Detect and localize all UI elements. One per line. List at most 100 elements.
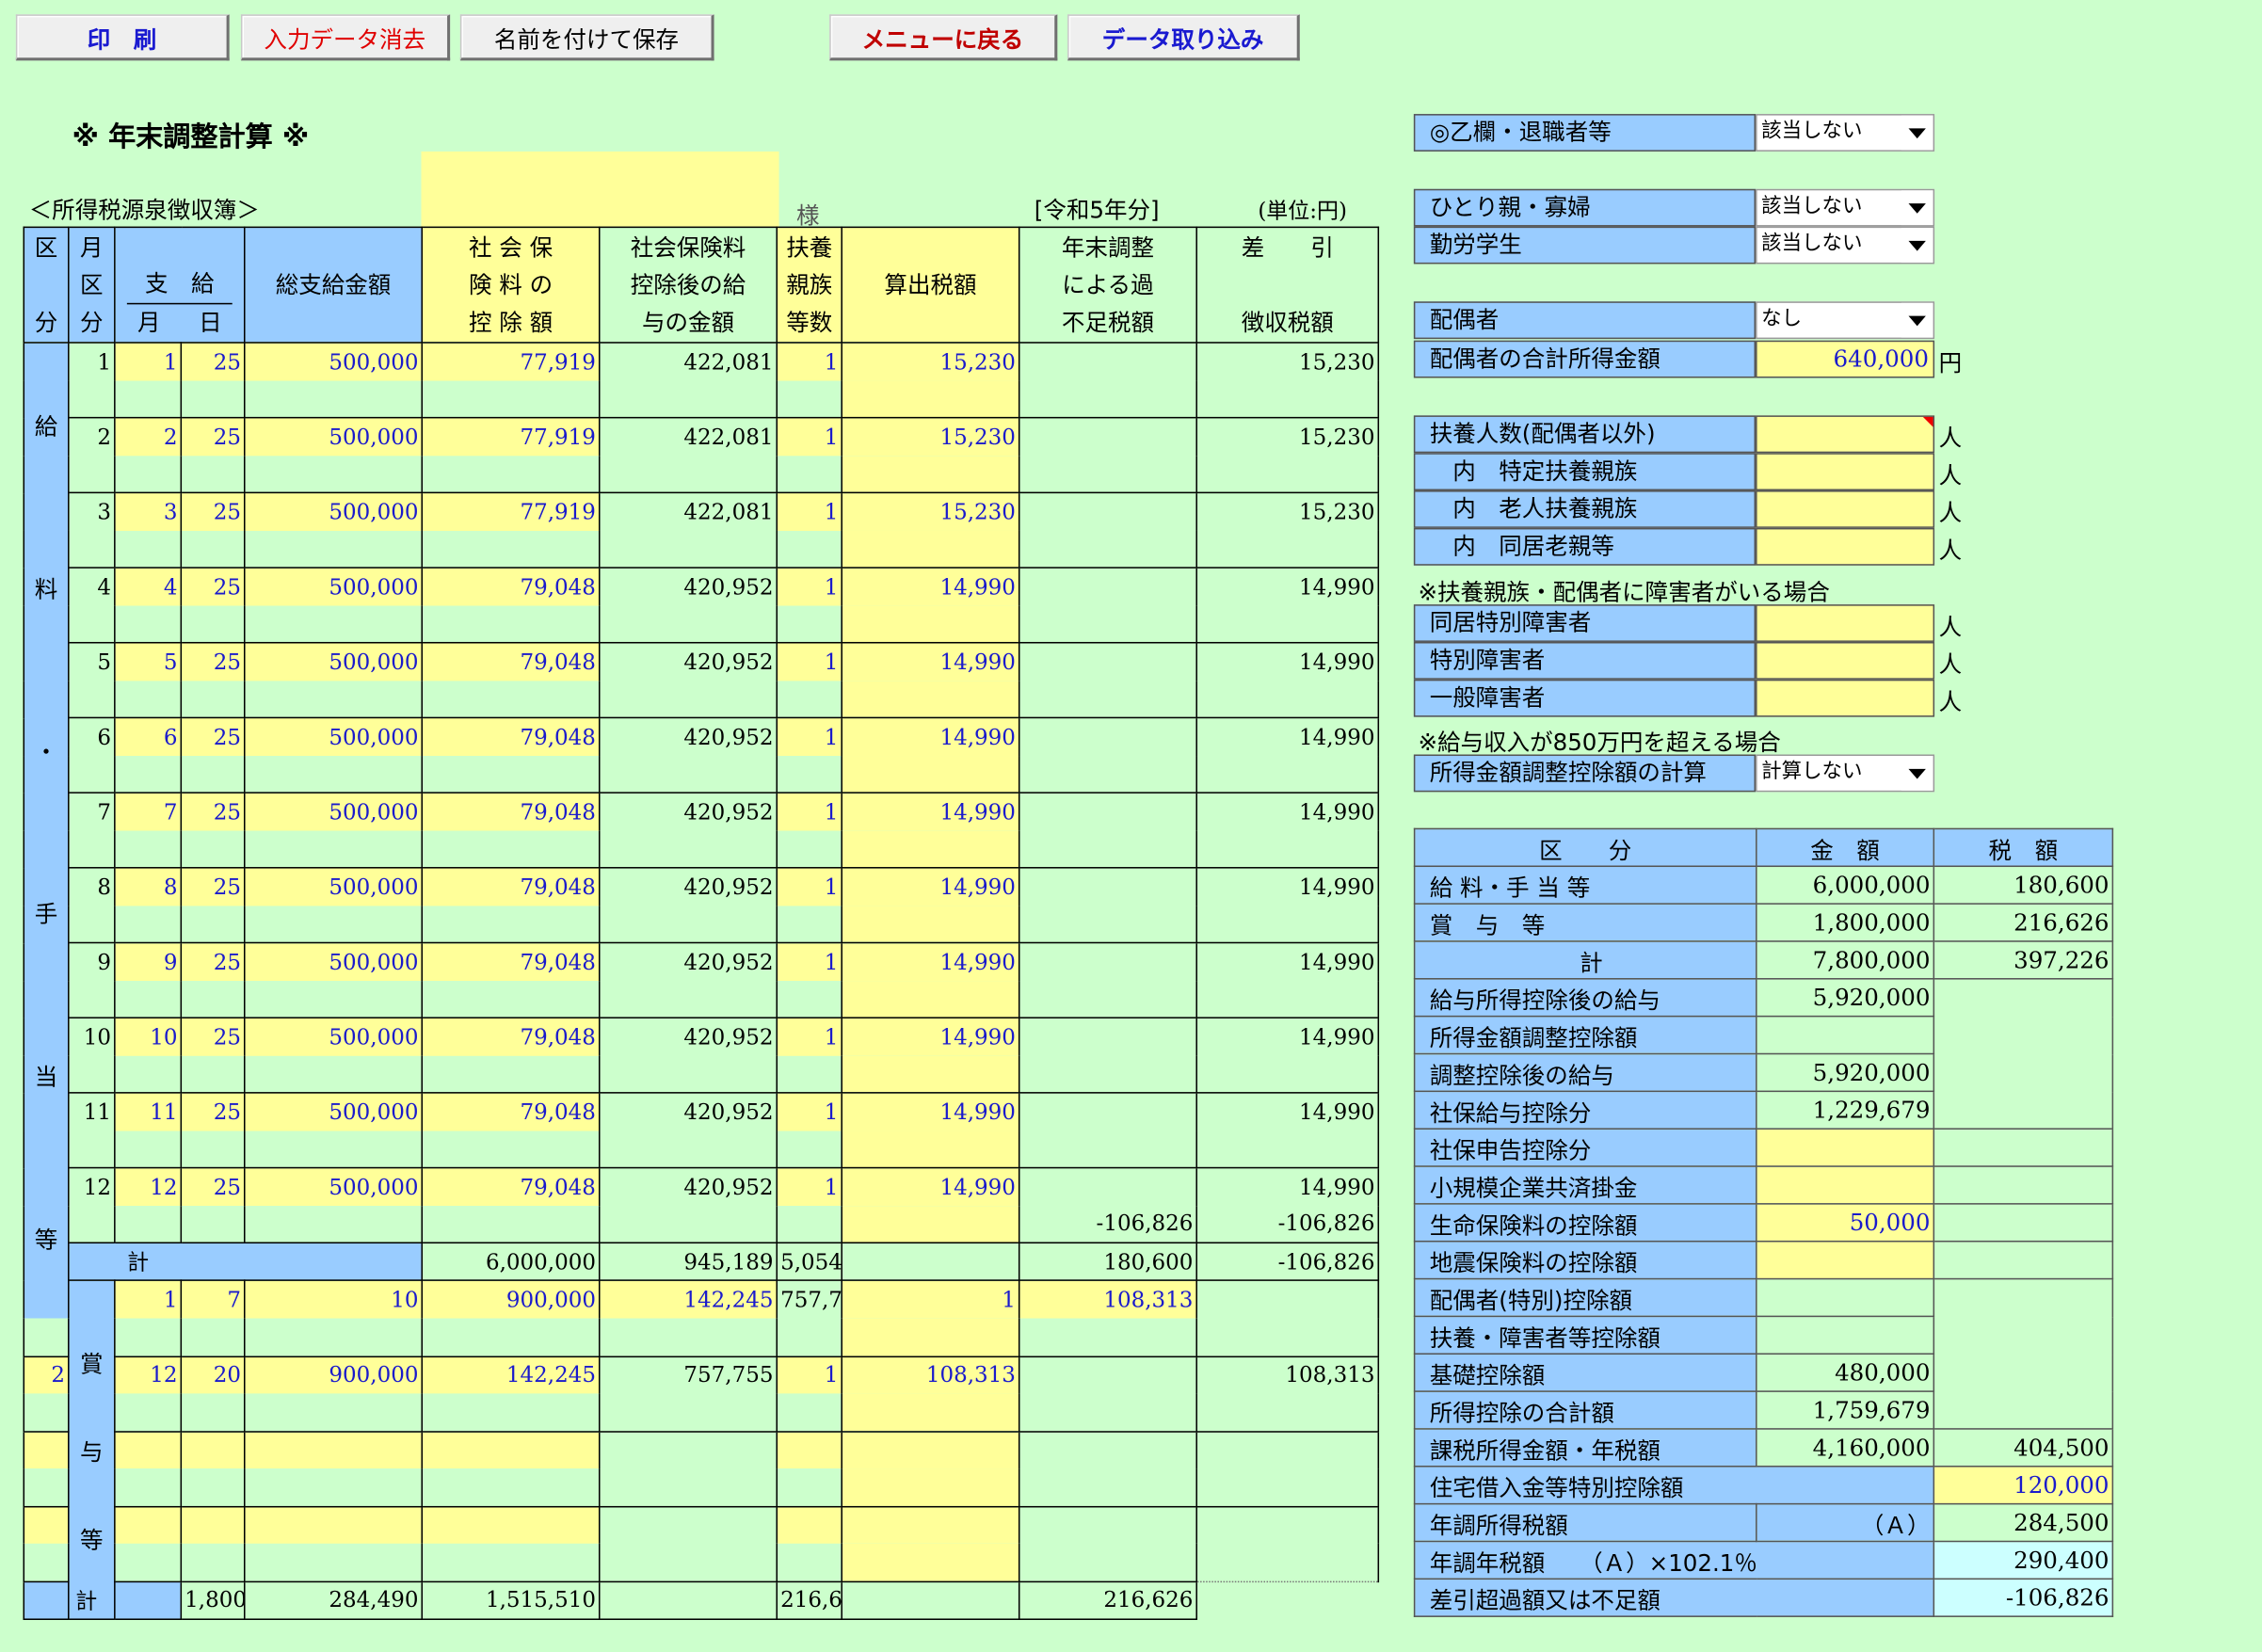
import-data-button[interactable]: データ取り込み [1067,14,1300,61]
dependents[interactable]: 1 [776,641,843,681]
summary-amount[interactable]: 50,000 [1756,1203,1935,1243]
gross-pay[interactable]: 500,000 [244,941,424,981]
pay-day[interactable]: 25 [180,342,246,380]
social-insurance[interactable]: 79,048 [421,867,601,906]
bonus-dependents[interactable] [776,1430,843,1469]
hitori-select[interactable]: 該当しない [1756,188,1935,227]
pay-day[interactable]: 25 [180,792,246,830]
pay-month[interactable]: 4 [114,567,183,605]
social-insurance[interactable]: 79,048 [421,641,601,681]
computed-tax[interactable]: 14,990 [841,1017,1020,1056]
pay-month[interactable]: 6 [114,716,183,756]
dependent-input[interactable] [1756,415,1935,454]
pay-month[interactable]: 12 [114,1166,183,1206]
bonus-dependents[interactable] [776,1505,843,1544]
computed-tax[interactable]: 14,990 [841,792,1020,830]
bonus-tax[interactable] [841,1505,1020,1544]
kinro-select[interactable]: 該当しない [1756,226,1935,265]
summary-tax[interactable]: 120,000 [1933,1466,2114,1505]
pay-month[interactable]: 3 [114,491,183,531]
chevron-down-icon[interactable] [1901,302,1933,338]
pay-month[interactable]: 8 [114,867,183,906]
chevron-down-icon[interactable] [1901,115,1933,151]
bonus-month[interactable]: 7 [180,1279,246,1319]
dependent-input[interactable] [1756,490,1935,528]
dependents[interactable]: 1 [776,941,843,981]
bonus-tax[interactable] [841,1430,1020,1469]
dependents[interactable]: 1 [776,1017,843,1056]
bonus-day[interactable] [180,1430,246,1469]
chevron-down-icon[interactable] [1901,756,1933,791]
print-button[interactable]: 印 刷 [15,14,230,61]
social-insurance[interactable]: 77,919 [421,416,601,456]
return-menu-button[interactable]: メニューに戻る [829,14,1058,61]
spouse-income-input[interactable]: 640,000 [1756,340,1935,378]
bonus-dependents[interactable]: 1 [841,1279,1020,1319]
bonus-no[interactable] [23,1430,70,1469]
social-insurance[interactable]: 79,048 [421,1092,601,1131]
clear-input-button[interactable]: 入力データ消去 [240,14,451,61]
pay-month[interactable]: 11 [114,1092,183,1131]
gross-pay[interactable]: 500,000 [244,716,424,756]
pay-month[interactable]: 10 [114,1017,183,1056]
computed-tax[interactable]: 14,990 [841,1166,1020,1206]
pay-day[interactable]: 25 [180,941,246,981]
pay-month[interactable]: 9 [114,941,183,981]
dependents[interactable]: 1 [776,716,843,756]
summary-amount[interactable] [1756,1240,1935,1280]
social-insurance[interactable]: 79,048 [421,941,601,981]
bonus-no[interactable]: 1 [114,1279,183,1319]
bonus-gross[interactable]: 900,000 [421,1279,601,1319]
bonus-insurance[interactable]: 142,245 [599,1279,778,1319]
chevron-down-icon[interactable] [1901,190,1933,226]
disability-input[interactable] [1756,641,1935,680]
name-input[interactable] [421,151,779,227]
computed-tax[interactable]: 14,990 [841,641,1020,681]
gross-pay[interactable]: 500,000 [244,416,424,456]
social-insurance[interactable]: 77,919 [421,491,601,531]
bonus-tax[interactable]: 108,313 [841,1355,1020,1394]
spouse-select[interactable]: なし [1756,301,1935,340]
gross-pay[interactable]: 500,000 [244,1017,424,1056]
social-insurance[interactable]: 79,048 [421,792,601,830]
summary-amount[interactable] [1756,1165,1935,1205]
gross-pay[interactable]: 500,000 [244,491,424,531]
dependents[interactable]: 1 [776,342,843,380]
gross-pay[interactable]: 500,000 [244,342,424,380]
gross-pay[interactable]: 500,000 [244,1166,424,1206]
pay-month[interactable]: 2 [114,416,183,456]
gross-pay[interactable]: 500,000 [244,567,424,605]
pay-month[interactable]: 5 [114,641,183,681]
computed-tax[interactable]: 14,990 [841,941,1020,981]
dependents[interactable]: 1 [776,867,843,906]
pay-day[interactable]: 25 [180,867,246,906]
social-insurance[interactable]: 79,048 [421,1017,601,1056]
bonus-insurance[interactable] [421,1430,601,1469]
bonus-day[interactable]: 20 [180,1355,246,1394]
pay-month[interactable]: 7 [114,792,183,830]
save-as-button[interactable]: 名前を付けて保存 [459,14,714,61]
bonus-day[interactable]: 10 [244,1279,424,1319]
computed-tax[interactable]: 15,230 [841,491,1020,531]
pay-day[interactable]: 25 [180,716,246,756]
bonus-month[interactable] [114,1430,183,1469]
pay-month[interactable]: 1 [114,342,183,380]
dependents[interactable]: 1 [776,1092,843,1131]
gross-pay[interactable]: 500,000 [244,1092,424,1131]
computed-tax[interactable]: 14,990 [841,1092,1020,1131]
social-insurance[interactable]: 79,048 [421,1166,601,1206]
bonus-insurance[interactable] [421,1505,601,1544]
dependent-input[interactable] [1756,527,1935,566]
social-insurance[interactable]: 79,048 [421,567,601,605]
disability-input[interactable] [1756,604,1935,642]
computed-tax[interactable]: 14,990 [841,867,1020,906]
bonus-no[interactable]: 2 [23,1355,70,1394]
computed-tax[interactable]: 14,990 [841,716,1020,756]
bonus-gross[interactable]: 900,000 [244,1355,424,1394]
computed-tax[interactable]: 15,230 [841,342,1020,380]
gross-pay[interactable]: 500,000 [244,867,424,906]
bonus-dependents[interactable]: 1 [776,1355,843,1394]
computed-tax[interactable]: 14,990 [841,567,1020,605]
pay-day[interactable]: 25 [180,567,246,605]
social-insurance[interactable]: 77,919 [421,342,601,380]
